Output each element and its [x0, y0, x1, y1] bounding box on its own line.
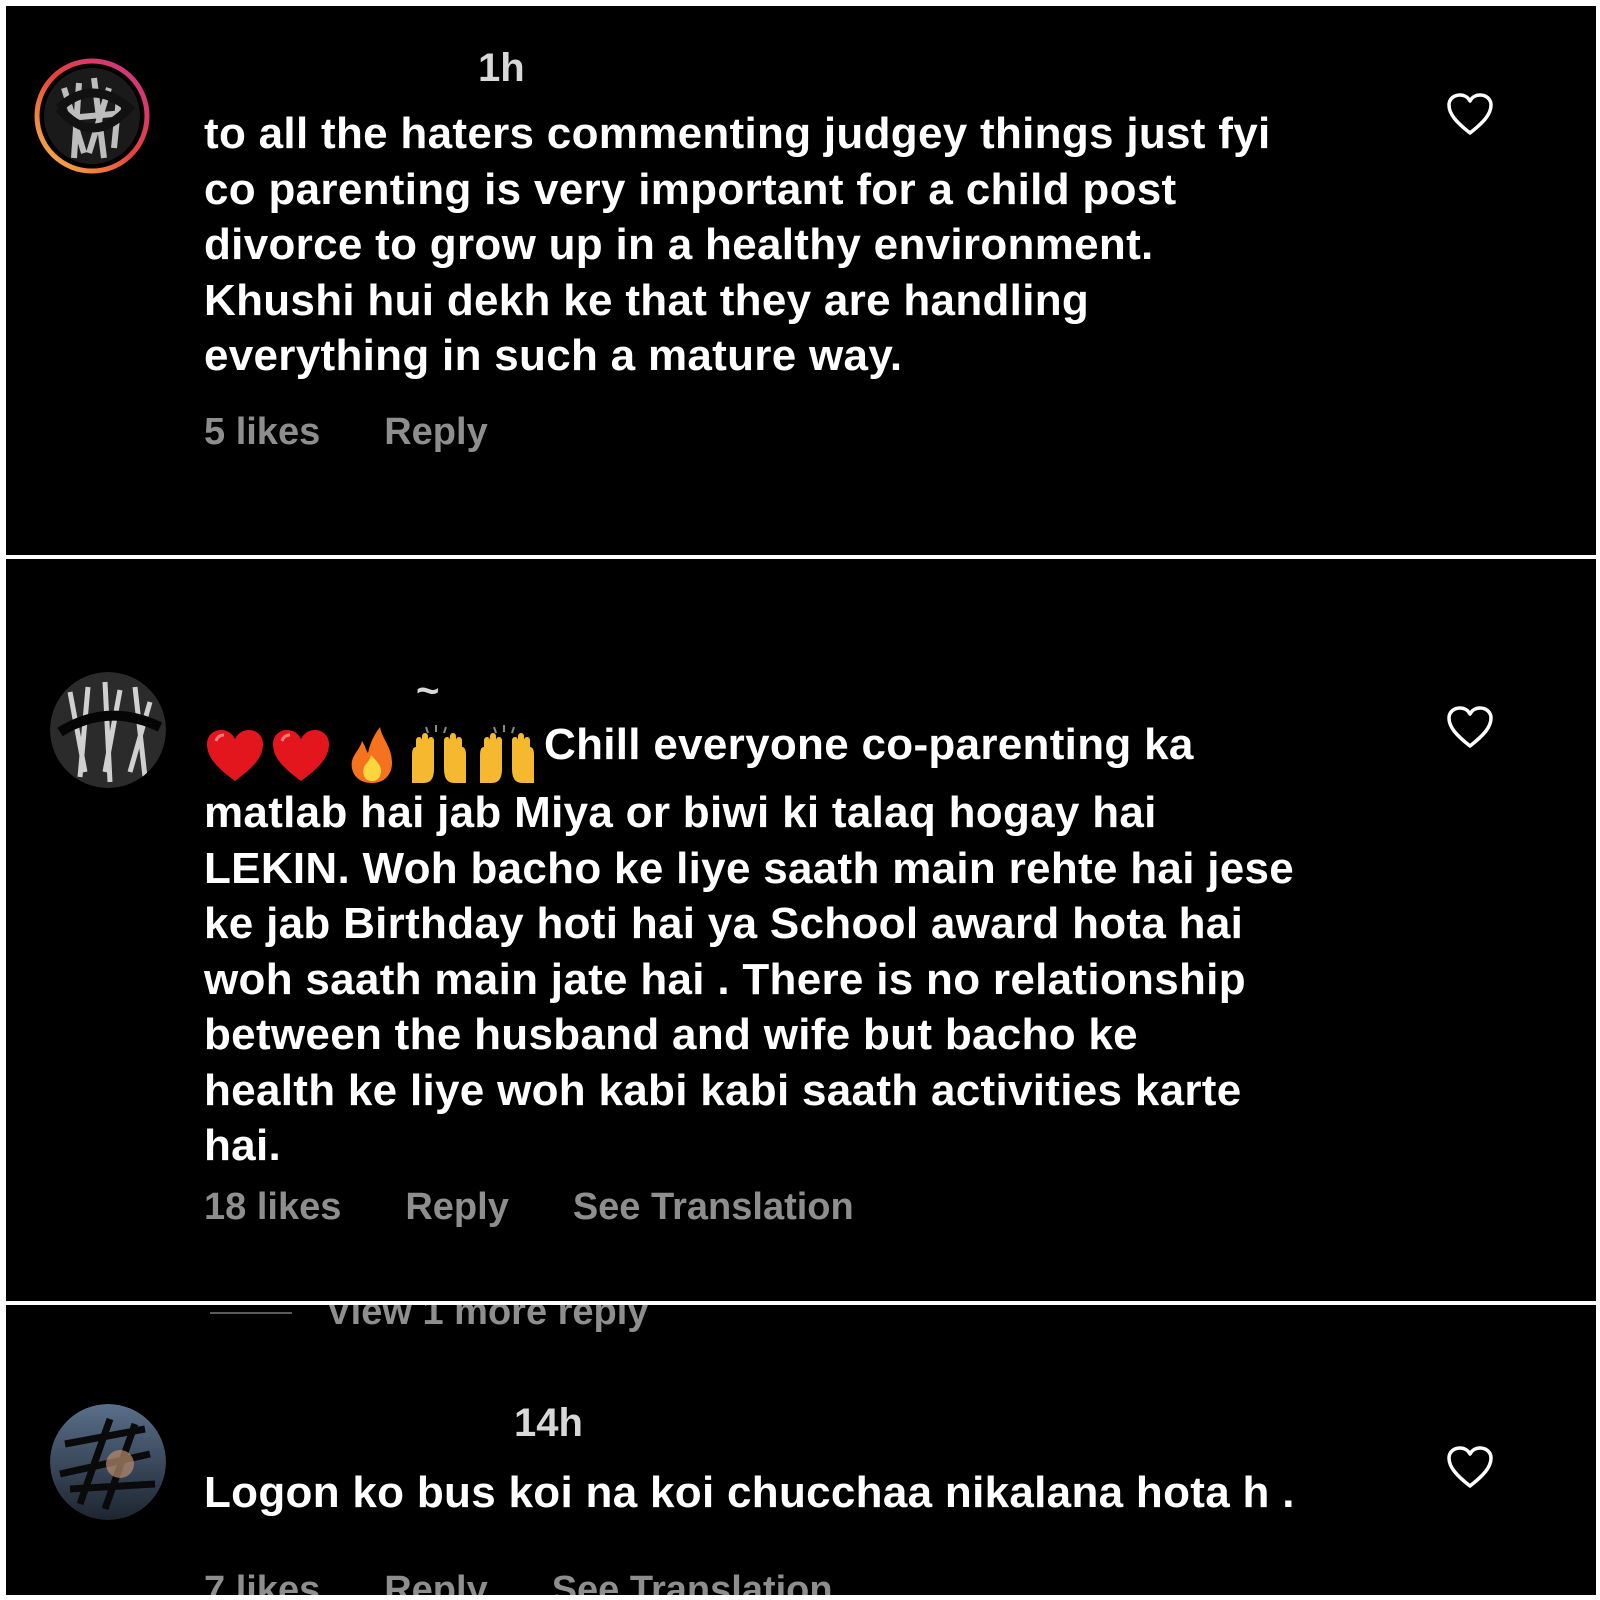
- comment-text: Logon ko bus koi na koi chucchaa nikalan…: [204, 1468, 1295, 1517]
- view-more-replies-button[interactable]: View 1 more reply: [210, 1305, 648, 1334]
- username-timestamp: 1h: [478, 46, 525, 90]
- likes-count[interactable]: 5 likes: [204, 410, 320, 454]
- reply-thread-line: [210, 1311, 292, 1314]
- heart-outline-icon[interactable]: [1446, 92, 1494, 136]
- comment-panel: ~ Chill everyone co-parenting ka matlab …: [6, 559, 1596, 1301]
- likes-count[interactable]: 7 likes: [204, 1569, 320, 1595]
- see-translation-button[interactable]: See Translation: [552, 1569, 833, 1595]
- avatar[interactable]: [50, 1404, 166, 1520]
- reply-button[interactable]: Reply: [405, 1185, 508, 1229]
- heart-outline-icon[interactable]: [1446, 705, 1494, 749]
- comment-text: Chill everyone co-parenting ka matlab ha…: [204, 717, 1454, 1174]
- comment-actions: 7 likes Reply See Translation: [204, 1569, 833, 1595]
- likes-count[interactable]: 18 likes: [204, 1185, 341, 1229]
- comment-actions: 5 likes Reply: [204, 410, 488, 454]
- comment-actions: 18 likes Reply See Translation: [204, 1185, 854, 1229]
- emoji-group: [204, 725, 540, 785]
- avatar[interactable]: [34, 58, 150, 174]
- fire-icon: [351, 727, 392, 784]
- heart-outline-icon[interactable]: [1446, 1445, 1494, 1489]
- username-timestamp: 14h: [514, 1401, 583, 1445]
- red-heart-icon: [207, 730, 263, 782]
- avatar[interactable]: [50, 672, 166, 788]
- username-timestamp: ~: [416, 669, 440, 713]
- view-replies-label: View 1 more reply: [326, 1305, 649, 1333]
- reply-button[interactable]: Reply: [384, 1569, 487, 1595]
- see-translation-button[interactable]: See Translation: [573, 1185, 854, 1229]
- comment-panel: View 1 more reply 14h Logon ko bus koi n…: [6, 1305, 1596, 1595]
- raising-hands-icon: [480, 725, 534, 784]
- reply-button[interactable]: Reply: [384, 410, 487, 454]
- raising-hands-icon: [412, 725, 466, 784]
- comment-body: Chill everyone co-parenting ka matlab ha…: [204, 720, 1295, 1171]
- red-heart-icon: [273, 730, 329, 782]
- comment-text: to all the haters commenting judgey thin…: [204, 109, 1271, 380]
- comment-panel: 1h to all the haters commenting judgey t…: [6, 6, 1596, 555]
